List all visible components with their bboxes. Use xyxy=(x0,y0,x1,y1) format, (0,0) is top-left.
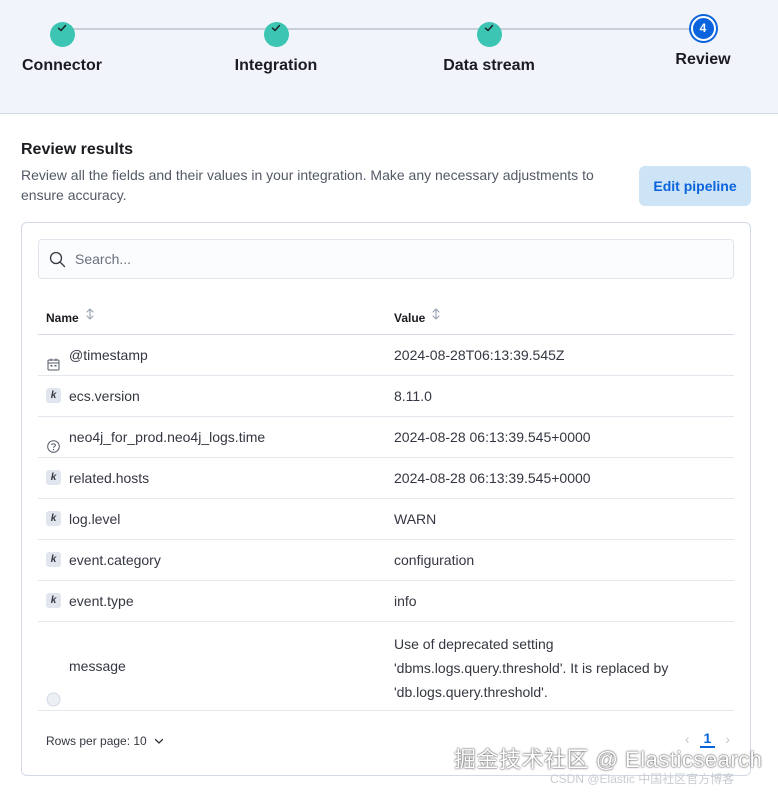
step-number: 4 xyxy=(690,16,716,41)
field-value: 8.11.0 xyxy=(394,388,432,404)
sort-icon xyxy=(85,296,95,338)
table-row: k event.category configuration xyxy=(38,540,734,581)
step-label: Connector xyxy=(22,57,102,74)
search-icon xyxy=(49,251,66,273)
watermark-small: CSDN @Elastic 中国社区官方博客 xyxy=(550,772,735,786)
field-name-cell: message xyxy=(46,622,126,711)
sort-icon xyxy=(431,296,441,338)
search-input[interactable] xyxy=(73,240,723,278)
step-review[interactable]: 4 Review xyxy=(613,16,778,69)
field-value: 2024-08-28 06:13:39.545+0000 xyxy=(394,470,591,486)
calendar-icon xyxy=(46,347,61,371)
field-name: log.level xyxy=(69,511,121,527)
fields-table: Name Value @timestamp 2024-08-28T06:13:3… xyxy=(38,297,734,711)
field-name: event.type xyxy=(69,593,134,609)
field-value: WARN xyxy=(394,511,437,527)
field-name-cell: k event.category xyxy=(46,540,161,581)
table-row: k log.level WARN xyxy=(38,499,734,540)
table-row: neo4j_for_prod.neo4j_logs.time 2024-08-2… xyxy=(38,417,734,458)
keyword-icon: k xyxy=(46,470,61,486)
table-row: k ecs.version 8.11.0 xyxy=(38,376,734,417)
chevron-down-icon xyxy=(154,738,163,744)
keyword-icon: k xyxy=(46,511,61,527)
text-icon xyxy=(46,658,61,707)
step-label: Review xyxy=(675,51,731,68)
review-results-title: Review results xyxy=(21,141,134,158)
field-name-cell: k ecs.version xyxy=(46,376,140,417)
steps-header: Connector Integration Data stream 4 Revi… xyxy=(0,0,778,114)
rows-per-page-label: Rows per page: 10 xyxy=(46,734,147,748)
field-value: 2024-08-28 06:13:39.545+0000 xyxy=(394,429,591,445)
step-data-stream[interactable]: Data stream xyxy=(399,16,579,75)
table-row: @timestamp 2024-08-28T06:13:39.545Z xyxy=(38,335,734,376)
rows-per-page-select[interactable]: Rows per page: 10 xyxy=(46,734,165,748)
step-integration[interactable]: Integration xyxy=(186,16,366,75)
table-row: message Use of deprecated setting 'dbms.… xyxy=(38,622,734,711)
question-icon xyxy=(46,429,61,454)
field-value: info xyxy=(394,593,417,609)
field-name-cell: k related.hosts xyxy=(46,458,149,499)
field-value: 2024-08-28T06:13:39.545Z xyxy=(394,347,565,363)
column-header-name[interactable]: Name xyxy=(46,297,95,335)
check-icon xyxy=(49,22,75,47)
table-header: Name Value xyxy=(38,297,734,335)
field-name-cell: neo4j_for_prod.neo4j_logs.time xyxy=(46,417,265,458)
field-name: neo4j_for_prod.neo4j_logs.time xyxy=(69,429,266,445)
review-description: Review all the fields and their values i… xyxy=(21,167,594,203)
field-value: Use of deprecated setting 'dbms.logs.que… xyxy=(394,636,669,700)
step-label: Data stream xyxy=(443,57,535,74)
keyword-icon: k xyxy=(46,388,61,404)
field-name: message xyxy=(69,658,126,674)
check-icon xyxy=(476,22,502,47)
table-row: k related.hosts 2024-08-28 06:13:39.545+0… xyxy=(38,458,734,499)
field-name: event.category xyxy=(69,552,161,568)
table-row: k event.type info xyxy=(38,581,734,622)
keyword-icon: k xyxy=(46,552,61,568)
field-name: ecs.version xyxy=(69,388,140,404)
step-connector[interactable]: Connector xyxy=(0,16,152,75)
field-name-cell: k event.type xyxy=(46,581,134,622)
results-panel: Name Value @timestamp 2024-08-28T06:13:3… xyxy=(21,222,751,776)
check-icon xyxy=(263,22,289,47)
edit-pipeline-button[interactable]: Edit pipeline xyxy=(639,166,751,206)
step-label: Integration xyxy=(234,57,318,74)
field-name: @timestamp xyxy=(69,347,148,363)
keyword-icon: k xyxy=(46,593,61,609)
field-value: configuration xyxy=(394,552,475,568)
field-name-cell: k log.level xyxy=(46,499,120,540)
field-name-cell: @timestamp xyxy=(46,335,148,376)
field-name: related.hosts xyxy=(69,470,150,486)
search-field[interactable] xyxy=(38,239,734,279)
column-header-value[interactable]: Value xyxy=(394,297,441,335)
